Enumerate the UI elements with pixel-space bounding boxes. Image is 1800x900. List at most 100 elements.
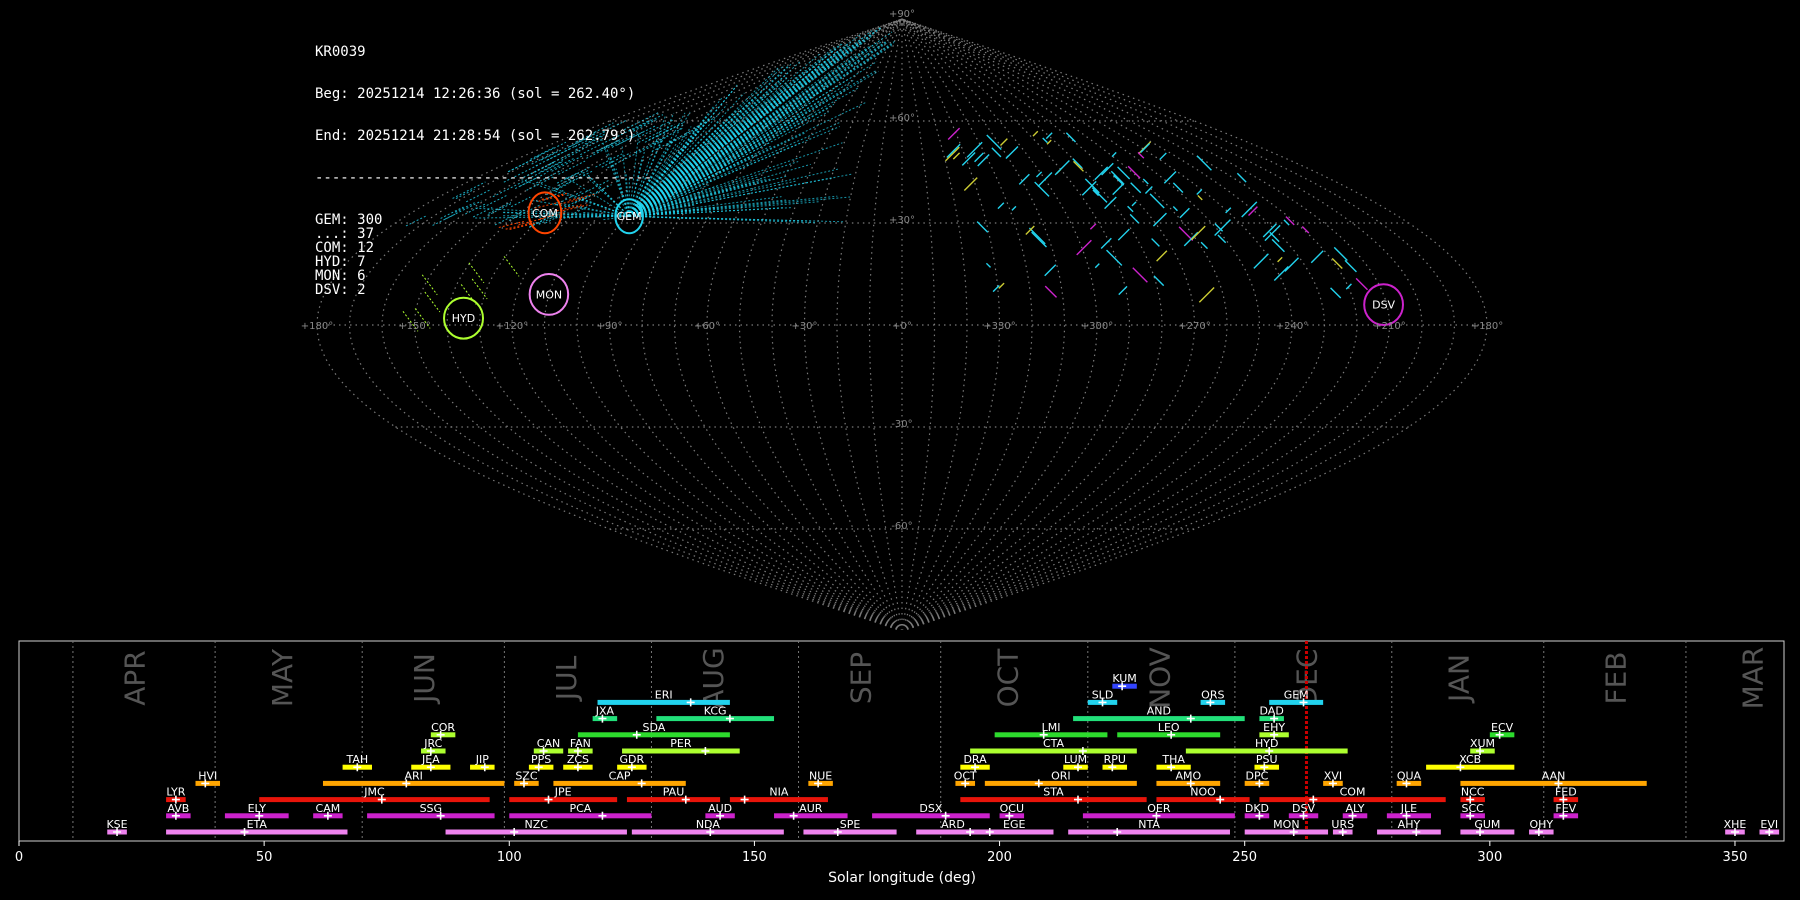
meteor-streak (1331, 257, 1343, 269)
lon-label: +270° (1178, 321, 1210, 332)
meteor-streak (1072, 160, 1084, 172)
x-tick-label: 200 (987, 850, 1012, 865)
gem-streak (692, 116, 716, 129)
gem-streak (628, 95, 830, 217)
meridian (901, 18, 1196, 630)
label-mon: MON (1273, 818, 1299, 831)
gem-streak (628, 69, 817, 217)
label-pps: PPS (531, 753, 551, 766)
meteor-streak (1179, 207, 1190, 219)
shower-timeline: APR MAY JUN JUL AUG SEP OCT NOV DEC JAN FEB MAR KUM… (15, 640, 1785, 886)
meteor-streak (997, 202, 1005, 210)
label-lmi: LMI (1042, 721, 1061, 734)
x-tick-label: 150 (742, 850, 767, 865)
meteor-streak (986, 134, 1002, 150)
count-dsv: DSV: 2 (315, 282, 366, 298)
label-eri: ERI (655, 688, 673, 701)
label-nta: NTA (1138, 818, 1160, 831)
label-gum: GUM (1474, 818, 1500, 831)
month-apr: APR (119, 650, 152, 706)
lat-label: +60° (889, 113, 915, 124)
meteor-streak (1137, 151, 1145, 159)
gem-streak (651, 138, 677, 152)
radiant-label-dsv: DSV (1372, 299, 1395, 312)
label-nia: NIA (769, 786, 788, 799)
label-jmc: JMC (363, 786, 385, 799)
meteor-streak (1277, 256, 1283, 263)
meteor-streak (1117, 228, 1130, 241)
lon-label: +90° (596, 321, 622, 332)
label-com: COM (1340, 786, 1366, 799)
gem-streak (628, 70, 877, 217)
meteor-streak (1149, 193, 1165, 209)
meteor-streak (1196, 188, 1203, 195)
meteor-streak (1028, 227, 1046, 245)
count-gem: GEM: 300 (315, 212, 383, 228)
meteor-streak (1284, 257, 1300, 272)
lat-label: -30° (891, 419, 912, 430)
meteor-streak (1178, 226, 1194, 241)
meteor-streak (1110, 170, 1124, 184)
label-ohy: OHY (1529, 818, 1553, 831)
meteor-streak (1091, 187, 1108, 203)
label-xum: XUM (1470, 737, 1495, 750)
label-jea: JEA (421, 753, 440, 766)
label-ahy: AHY (1398, 818, 1421, 831)
meteor-streak (1111, 151, 1117, 158)
month-mar: MAR (1737, 647, 1770, 710)
label-zcs: ZCS (567, 753, 589, 766)
meteor-streak (1191, 225, 1206, 241)
observation-info: KR0039 Beg: 20251214 12:26:36 (sol = 262… (315, 17, 652, 297)
label-oer: OER (1147, 802, 1171, 815)
label-ors: ORS (1201, 688, 1224, 701)
lon-label: +330° (983, 321, 1015, 332)
shower-counts: GEM: 300...: 37 COM: 12 HYD: 7 MON: 6 DSV: 2 (315, 212, 652, 297)
gem-streak (667, 126, 704, 145)
label-dkd: DKD (1245, 802, 1269, 815)
lat-label: +30° (889, 215, 915, 226)
count-hyd: HYD: 7 (315, 254, 366, 270)
label-tah: TAH (345, 753, 368, 766)
meteor-streak (1011, 205, 1017, 211)
label-szc: SZC (515, 769, 538, 782)
meteor-streak (1100, 237, 1112, 249)
label-ard: ARD (941, 818, 965, 831)
lon-label: +30° (791, 321, 817, 332)
month-feb: FEB (1599, 651, 1632, 704)
lat-label: -60° (891, 521, 912, 532)
meteor-streak (1106, 249, 1123, 266)
label-xcb: XCB (1459, 753, 1481, 766)
label-dra: DRA (963, 753, 987, 766)
gem-streak (628, 74, 842, 217)
meteor-streak (1118, 285, 1128, 296)
meteor-streak (976, 221, 989, 233)
label-and: AND (1147, 705, 1171, 718)
label-kum: KUM (1112, 672, 1136, 685)
lon-label: +180° (301, 321, 333, 332)
label-gem: GEM (1284, 688, 1309, 701)
meteor-streak (1072, 158, 1083, 169)
x-tick-label: 50 (256, 850, 273, 865)
month-nov: NOV (1143, 647, 1176, 709)
meteor-streak (1198, 286, 1215, 303)
label-hvi: HVI (198, 769, 217, 782)
meteor-streak (1054, 160, 1070, 176)
radiant-label-hyd: HYD (452, 312, 475, 325)
meteor-streak (1034, 181, 1050, 197)
label-pau: PAU (663, 786, 685, 799)
label-spe: SPE (840, 818, 861, 831)
meteor-streak (1044, 264, 1057, 277)
month-jun: JUN (408, 653, 441, 705)
gem-streak (628, 40, 879, 217)
meteor-streak (1196, 155, 1212, 171)
meteor-streak (1333, 246, 1348, 261)
meteor-streak (974, 152, 984, 163)
label-jxa: JXA (595, 705, 615, 718)
label-urs: URS (1331, 818, 1354, 831)
meteor-streak (1330, 287, 1342, 299)
label-dad: DAD (1260, 705, 1284, 718)
lon-label: +0° (892, 321, 912, 332)
label-ari: ARI (404, 769, 422, 782)
meteor-streak (1197, 194, 1203, 201)
meteor-streak (1142, 178, 1149, 185)
